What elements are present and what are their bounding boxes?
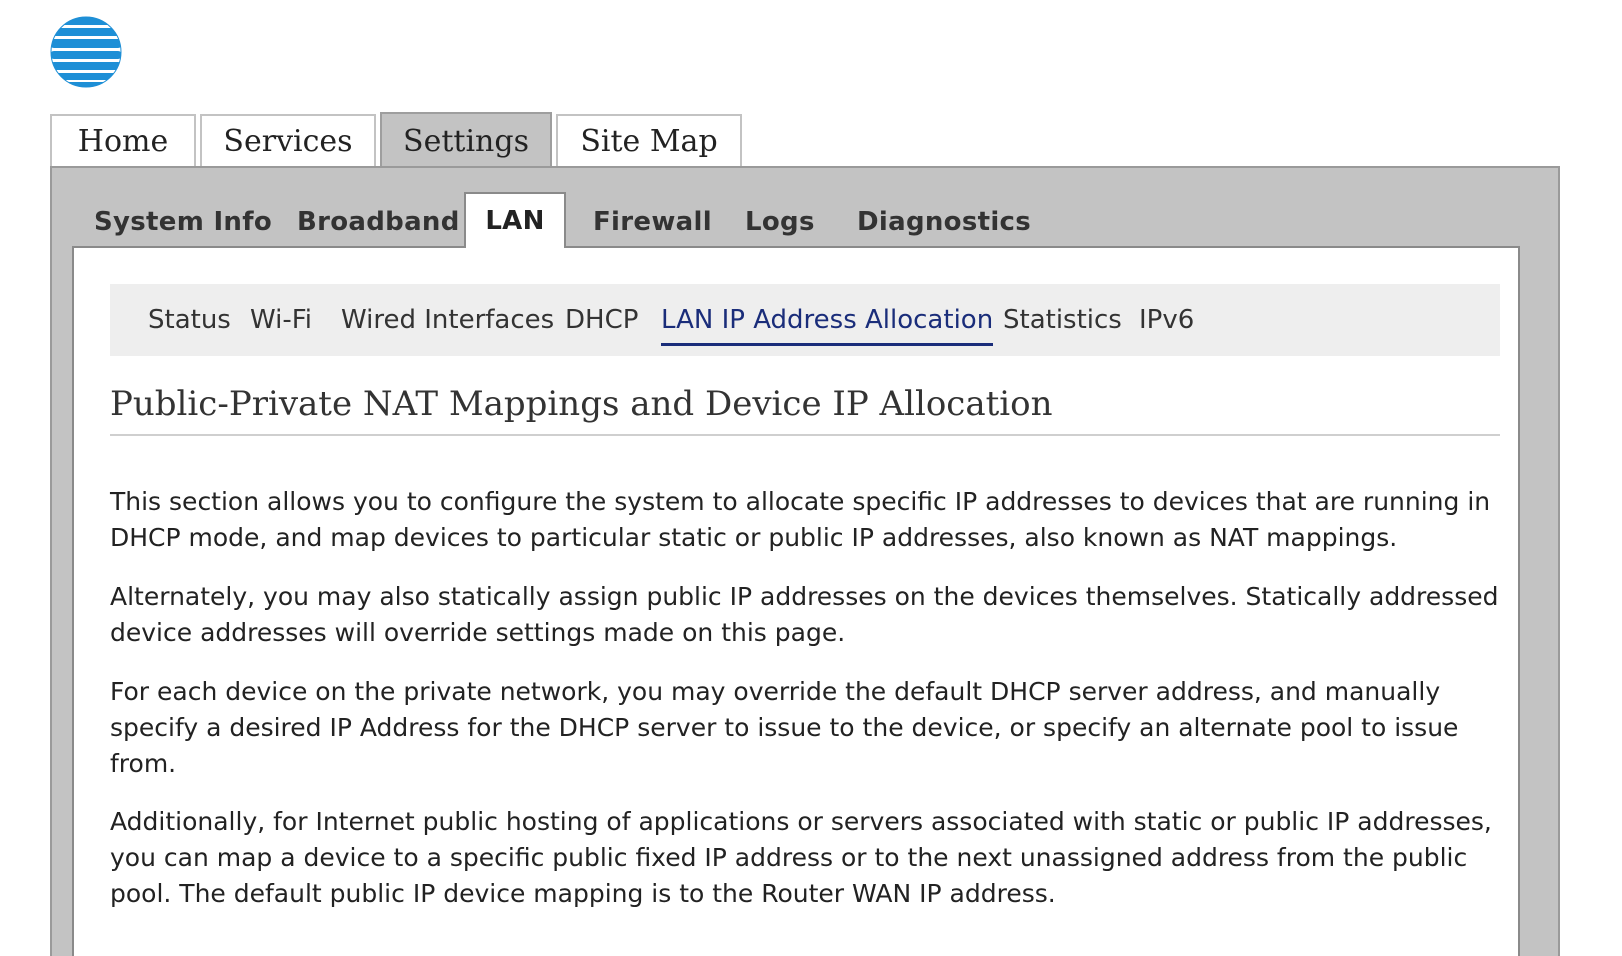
nav-statistics[interactable]: Statistics <box>1003 284 1122 356</box>
nav-dhcp[interactable]: DHCP <box>565 284 638 356</box>
nav-lan-ip-address-allocation[interactable]: LAN IP Address Allocation <box>661 284 994 356</box>
nav-wired-interfaces[interactable]: Wired Interfaces <box>341 284 554 356</box>
att-globe-icon <box>50 16 122 88</box>
tab-logs[interactable]: Logs <box>745 198 815 246</box>
nav-status[interactable]: Status <box>148 284 231 356</box>
settings-sub-tabs: System Info Broadband LAN Firewall Logs … <box>52 192 1558 248</box>
lan-content-panel: Status Wi-Fi Wired Interfaces DHCP LAN I… <box>72 246 1520 956</box>
tab-broadband[interactable]: Broadband <box>297 198 460 246</box>
intro-paragraph: This section allows you to configure the… <box>110 487 1491 552</box>
tab-services[interactable]: Services <box>200 114 376 166</box>
settings-frame: System Info Broadband LAN Firewall Logs … <box>50 166 1560 956</box>
tab-settings[interactable]: Settings <box>380 112 552 168</box>
page-title: Public-Private NAT Mappings and Device I… <box>110 384 1500 436</box>
dhcp-override-paragraph: For each device on the private network, … <box>110 677 1459 778</box>
static-assign-paragraph: Alternately, you may also statically ass… <box>110 582 1499 647</box>
public-hosting-paragraph: Additionally, for Internet public hostin… <box>110 807 1492 908</box>
nav-wifi[interactable]: Wi-Fi <box>250 284 312 356</box>
att-globe-logo <box>50 16 122 88</box>
tab-system-info[interactable]: System Info <box>94 198 272 246</box>
lan-sub-nav: Status Wi-Fi Wired Interfaces DHCP LAN I… <box>110 284 1500 356</box>
tab-firewall[interactable]: Firewall <box>593 198 712 246</box>
tab-home[interactable]: Home <box>50 114 196 166</box>
nav-ipv6[interactable]: IPv6 <box>1139 284 1194 356</box>
tab-lan[interactable]: LAN <box>464 192 566 248</box>
tab-site-map[interactable]: Site Map <box>556 114 742 166</box>
tab-diagnostics[interactable]: Diagnostics <box>857 198 1031 246</box>
